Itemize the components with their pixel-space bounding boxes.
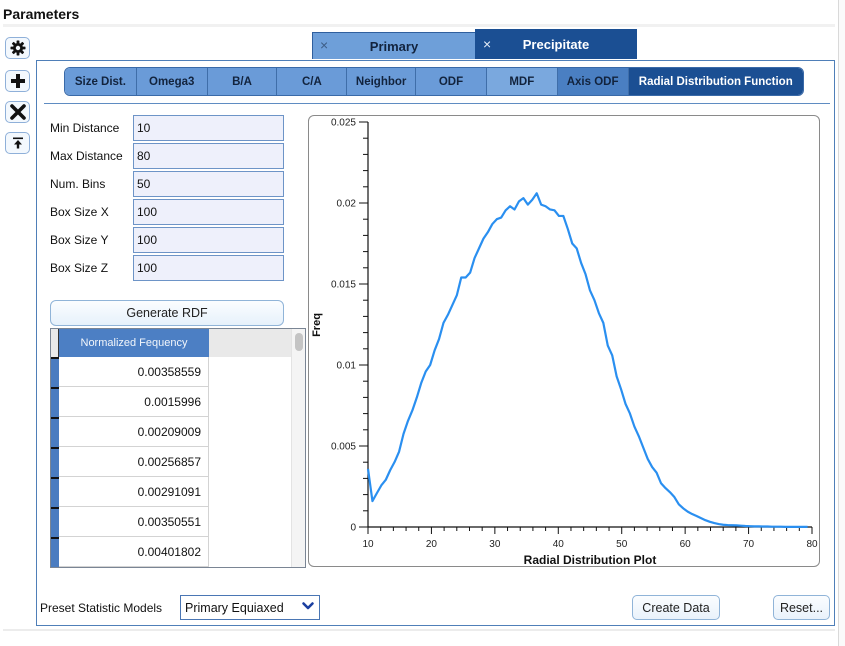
table-scrollbar[interactable] [291, 329, 305, 567]
row-header[interactable] [51, 507, 59, 537]
column-header-normalized-frequency[interactable]: Normalized Fequency [59, 329, 209, 357]
box-size-x-label: Box Size X [50, 205, 109, 219]
table-row: 0.00256857 [51, 447, 291, 477]
gear-icon [10, 40, 25, 56]
window-scrollbar[interactable] [838, 0, 845, 646]
tab-mdf[interactable]: MDF [486, 68, 558, 95]
x-tick-label: 10 [362, 539, 374, 550]
remove-button[interactable] [5, 101, 30, 123]
tab-neighbor[interactable]: Neighbor [347, 68, 417, 95]
y-tick-label: 0.015 [331, 280, 356, 291]
table-cell[interactable]: 0.00256857 [59, 447, 209, 477]
statistics-tab-bar: Size Dist. Omega3 B/A C/A Neighbor ODF M… [64, 67, 804, 96]
tab-size-distribution[interactable]: Size Dist. [65, 68, 137, 95]
x-tick-label: 40 [553, 539, 565, 550]
tab-divider [44, 103, 830, 104]
row-header[interactable] [51, 477, 59, 507]
max-distance-label: Max Distance [50, 149, 123, 163]
series-line-freq [366, 192, 808, 528]
row-header[interactable] [51, 537, 59, 567]
panel-title: Parameters [3, 6, 80, 22]
move-top-button[interactable] [5, 132, 30, 154]
box-size-x-input[interactable] [133, 199, 284, 225]
tab-b-a[interactable]: B/A [207, 68, 278, 95]
tab-omega3[interactable]: Omega3 [136, 68, 208, 95]
generate-rdf-button[interactable]: Generate RDF [50, 300, 284, 326]
y-tick-label: 0.02 [337, 199, 357, 210]
close-tab-icon[interactable]: × [320, 37, 328, 53]
x-tick-label: 50 [616, 539, 628, 550]
y-tick-label: 0 [350, 523, 356, 534]
tab-c-a[interactable]: C/A [277, 68, 348, 95]
y-axis-label: Freq [311, 313, 323, 337]
x-tick-label: 70 [743, 539, 755, 550]
close-icon [9, 104, 26, 120]
preset-selected-value: Primary Equiaxed [185, 600, 284, 615]
y-tick-label: 0.025 [331, 118, 356, 129]
tab-primary[interactable]: × Primary [312, 32, 476, 59]
tab-label: Primary [369, 38, 419, 54]
table-cell[interactable]: 0.00350551 [59, 507, 209, 537]
row-header[interactable] [51, 357, 59, 387]
tab-precipitate[interactable]: × Precipitate [475, 29, 637, 59]
rdf-chart: 0 0.005 0.01 0.015 0.02 0.025 10 20 30 40 50 60 70 8… [311, 118, 818, 568]
table-row: 0.00291091 [51, 477, 291, 507]
table-cell[interactable]: 0.0015996 [59, 387, 209, 417]
tab-radial-distribution-function[interactable]: Radial Distribution Function [628, 68, 803, 95]
table-cell[interactable]: 0.00401802 [59, 537, 209, 567]
add-button[interactable] [5, 70, 30, 92]
column-header-empty [209, 329, 291, 357]
num-bins-label: Num. Bins [50, 177, 106, 191]
table-cell[interactable]: 0.00291091 [59, 477, 209, 507]
max-distance-input[interactable] [133, 143, 284, 169]
table-row: 0.00401802 [51, 537, 291, 567]
arrow-to-top-icon [12, 137, 23, 149]
settings-button[interactable] [5, 37, 30, 59]
x-tick-label: 80 [806, 539, 818, 550]
table-cell[interactable]: 0.00358559 [59, 357, 209, 387]
scrollbar-thumb[interactable] [295, 333, 303, 351]
table-row: 0.00209009 [51, 417, 291, 447]
box-size-z-label: Box Size Z [50, 261, 109, 275]
min-distance-label: Min Distance [50, 121, 120, 135]
table-corner[interactable] [51, 329, 59, 357]
chevron-down-icon [302, 602, 314, 610]
table-row: 0.0015996 [51, 387, 291, 417]
preset-models-label: Preset Statistic Models [40, 601, 163, 615]
min-distance-input[interactable] [133, 115, 284, 141]
x-axis-label: Radial Distribution Plot [524, 553, 657, 567]
table-cell[interactable]: 0.00209009 [59, 417, 209, 447]
row-header[interactable] [51, 387, 59, 417]
preset-models-select[interactable]: Primary Equiaxed [180, 595, 320, 620]
frequency-table: Normalized Fequency 0.00358559 0.0015996… [50, 328, 306, 568]
y-tick-label: 0.01 [337, 361, 357, 372]
tab-axis-odf[interactable]: Axis ODF [557, 68, 629, 95]
table-row: 0.00358559 [51, 357, 291, 387]
title-divider [3, 24, 835, 27]
table-row: 0.00350551 [51, 507, 291, 537]
tab-label: Precipitate [522, 36, 590, 52]
row-header[interactable] [51, 417, 59, 447]
close-tab-icon[interactable]: × [483, 36, 491, 52]
x-tick-label: 60 [680, 539, 692, 550]
plus-icon [10, 74, 25, 88]
row-header[interactable] [51, 447, 59, 477]
bottom-divider [3, 629, 835, 631]
box-size-y-label: Box Size Y [50, 233, 109, 247]
x-tick-label: 20 [426, 539, 438, 550]
box-size-y-input[interactable] [133, 227, 284, 253]
x-tick-label: 30 [489, 539, 501, 550]
y-tick-label: 0.005 [331, 442, 356, 453]
box-size-z-input[interactable] [133, 255, 284, 281]
tab-odf[interactable]: ODF [416, 68, 487, 95]
num-bins-input[interactable] [133, 171, 284, 197]
reset-button[interactable]: Reset... [773, 595, 830, 620]
create-data-button[interactable]: Create Data [632, 595, 720, 620]
